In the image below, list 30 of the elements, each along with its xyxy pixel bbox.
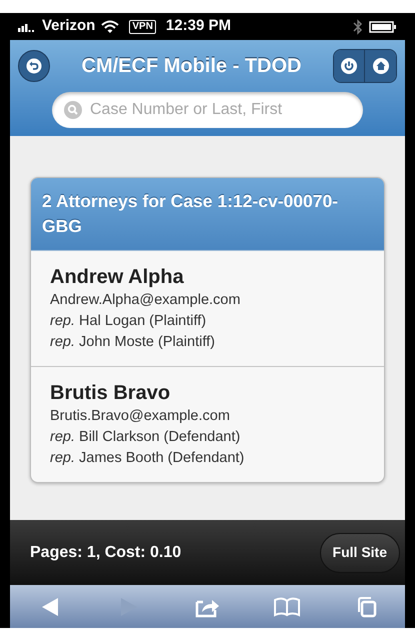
battery-icon — [369, 20, 397, 32]
vpn-badge: VPN — [129, 20, 156, 34]
represented-party: rep. John Moste (Plaintiff) — [50, 333, 216, 352]
bluetooth-icon — [353, 18, 363, 34]
card-title: 2 Attorneys for Case 1:12-cv-00070-GBG — [42, 190, 340, 238]
search-icon — [64, 101, 82, 119]
attorney-name: Brutis Bravo — [50, 381, 172, 406]
search-field[interactable]: Case Number or Last, First — [52, 92, 363, 128]
back-icon[interactable] — [40, 596, 60, 618]
app-title: CM/ECF Mobile - TDOD — [80, 54, 302, 79]
book-icon[interactable] — [272, 596, 300, 616]
back-button[interactable] — [18, 50, 50, 82]
carrier-name: Verizon — [42, 16, 96, 36]
usage-summary: Pages: 1, Cost: 0.10 — [30, 542, 182, 562]
represented-party: rep. Bill Clarkson (Defendant) — [50, 428, 242, 447]
attorney-email: Brutis.Bravo@example.com — [50, 407, 231, 426]
represented-party: rep. James Booth (Defendant) — [50, 449, 246, 468]
undo-icon — [26, 58, 42, 74]
home-button[interactable] — [365, 50, 396, 82]
clock-time: 12:39 PM — [166, 16, 231, 36]
signal-icon — [18, 22, 36, 32]
power-icon — [341, 58, 357, 74]
search-input[interactable]: Case Number or Last, First — [90, 98, 351, 122]
attorney-name: Andrew Alpha — [50, 265, 185, 290]
power-button[interactable] — [334, 50, 365, 82]
full-site-button[interactable]: Full Site — [320, 532, 400, 572]
home-icon — [372, 58, 388, 74]
wifi-icon — [101, 20, 120, 34]
attorney-email: Andrew.Alpha@example.com — [50, 291, 242, 310]
represented-party: rep. Hal Logan (Plaintiff) — [50, 312, 208, 331]
